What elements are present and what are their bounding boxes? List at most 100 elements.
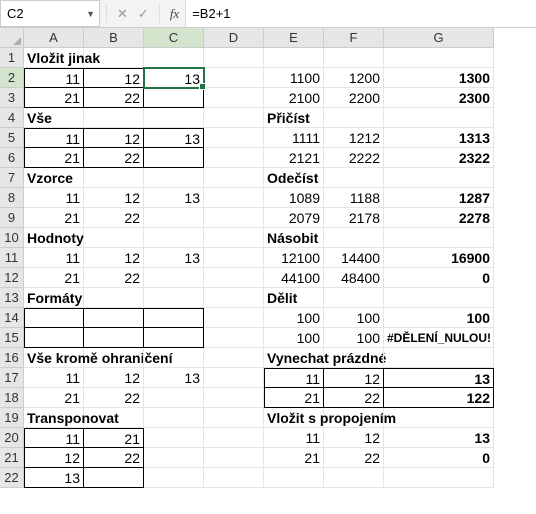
row-header-16[interactable]: 16: [0, 348, 24, 368]
cell-G3[interactable]: 2300: [384, 88, 494, 108]
cell-D12[interactable]: [204, 268, 264, 288]
cell-C7[interactable]: [144, 168, 204, 188]
cancel-icon[interactable]: ✕: [117, 6, 128, 22]
row-header-14[interactable]: 14: [0, 308, 24, 328]
cell-D13[interactable]: [204, 288, 264, 308]
cell-C20[interactable]: [144, 428, 204, 448]
cell-C13[interactable]: [144, 288, 204, 308]
cell-C16[interactable]: [144, 348, 204, 368]
col-header-G[interactable]: G: [384, 28, 494, 48]
row-header-8[interactable]: 8: [0, 188, 24, 208]
cell-G13[interactable]: [384, 288, 494, 308]
chevron-down-icon[interactable]: ▼: [86, 9, 95, 19]
cell-B13[interactable]: [84, 288, 144, 308]
cell-C10[interactable]: [144, 228, 204, 248]
cell-F21[interactable]: 22: [324, 448, 384, 468]
cell-E13[interactable]: Dělit: [264, 288, 324, 308]
col-header-F[interactable]: F: [324, 28, 384, 48]
cell-C8[interactable]: 13: [144, 188, 204, 208]
cell-A12[interactable]: 21: [24, 268, 84, 288]
cell-F5[interactable]: 1212: [324, 128, 384, 148]
cell-A19[interactable]: Transponovat: [24, 408, 84, 428]
cell-D22[interactable]: [204, 468, 264, 488]
cell-C4[interactable]: [144, 108, 204, 128]
cell-B3[interactable]: 22: [84, 88, 144, 108]
col-header-A[interactable]: A: [24, 28, 84, 48]
cell-G5[interactable]: 1313: [384, 128, 494, 148]
cell-F11[interactable]: 14400: [324, 248, 384, 268]
cell-F2[interactable]: 1200: [324, 68, 384, 88]
cell-F9[interactable]: 2178: [324, 208, 384, 228]
cell-A10[interactable]: Hodnoty: [24, 228, 84, 248]
cell-A2[interactable]: 11: [24, 68, 84, 88]
cell-C22[interactable]: [144, 468, 204, 488]
formula-input[interactable]: =B2+1: [185, 0, 536, 27]
cell-E5[interactable]: 1111: [264, 128, 324, 148]
cell-A14[interactable]: [24, 308, 84, 328]
cell-A22[interactable]: 13: [24, 468, 84, 488]
cell-B2[interactable]: 12: [84, 68, 144, 88]
cell-A3[interactable]: 21: [24, 88, 84, 108]
cell-B8[interactable]: 12: [84, 188, 144, 208]
cell-E12[interactable]: 44100: [264, 268, 324, 288]
cell-E17[interactable]: 11: [264, 368, 324, 388]
cell-G2[interactable]: 1300: [384, 68, 494, 88]
cell-G7[interactable]: [384, 168, 494, 188]
row-header-1[interactable]: 1: [0, 48, 24, 68]
cell-A21[interactable]: 12: [24, 448, 84, 468]
row-header-20[interactable]: 20: [0, 428, 24, 448]
row-header-4[interactable]: 4: [0, 108, 24, 128]
cell-F14[interactable]: 100: [324, 308, 384, 328]
cell-E11[interactable]: 12100: [264, 248, 324, 268]
cell-D11[interactable]: [204, 248, 264, 268]
cell-D9[interactable]: [204, 208, 264, 228]
cell-E8[interactable]: 1089: [264, 188, 324, 208]
name-box[interactable]: C2 ▼: [0, 0, 100, 27]
cell-C19[interactable]: [144, 408, 204, 428]
cell-E22[interactable]: [264, 468, 324, 488]
cell-D19[interactable]: [204, 408, 264, 428]
row-header-6[interactable]: 6: [0, 148, 24, 168]
row-header-12[interactable]: 12: [0, 268, 24, 288]
cell-G4[interactable]: [384, 108, 494, 128]
cell-G15[interactable]: #DĚLENÍ_NULOU!: [384, 328, 494, 348]
cell-E15[interactable]: 100: [264, 328, 324, 348]
cell-E19[interactable]: Vložit s propojením: [264, 408, 324, 428]
cell-D18[interactable]: [204, 388, 264, 408]
cell-G14[interactable]: 100: [384, 308, 494, 328]
cell-A8[interactable]: 11: [24, 188, 84, 208]
select-all-corner[interactable]: [0, 28, 24, 48]
row-header-13[interactable]: 13: [0, 288, 24, 308]
row-header-19[interactable]: 19: [0, 408, 24, 428]
row-header-3[interactable]: 3: [0, 88, 24, 108]
cell-E4[interactable]: Přičíst: [264, 108, 324, 128]
cell-G19[interactable]: [384, 408, 494, 428]
cell-D7[interactable]: [204, 168, 264, 188]
cell-A17[interactable]: 11: [24, 368, 84, 388]
cell-E18[interactable]: 21: [264, 388, 324, 408]
cell-G1[interactable]: [384, 48, 494, 68]
col-header-E[interactable]: E: [264, 28, 324, 48]
cell-F7[interactable]: [324, 168, 384, 188]
cell-B19[interactable]: [84, 408, 144, 428]
cell-C14[interactable]: [144, 308, 204, 328]
cell-D20[interactable]: [204, 428, 264, 448]
col-header-B[interactable]: B: [84, 28, 144, 48]
cell-F6[interactable]: 2222: [324, 148, 384, 168]
col-header-C[interactable]: C: [144, 28, 204, 48]
cell-A6[interactable]: 21: [24, 148, 84, 168]
cell-C18[interactable]: [144, 388, 204, 408]
cell-G12[interactable]: 0: [384, 268, 494, 288]
cell-D2[interactable]: [204, 68, 264, 88]
cell-E2[interactable]: 1100: [264, 68, 324, 88]
cell-A4[interactable]: Vše: [24, 108, 84, 128]
cell-C2[interactable]: 13: [144, 68, 204, 88]
cell-F3[interactable]: 2200: [324, 88, 384, 108]
cell-C1[interactable]: [144, 48, 204, 68]
cell-F19[interactable]: [324, 408, 384, 428]
cell-D21[interactable]: [204, 448, 264, 468]
cell-B21[interactable]: 22: [84, 448, 144, 468]
row-header-18[interactable]: 18: [0, 388, 24, 408]
row-header-9[interactable]: 9: [0, 208, 24, 228]
cell-B9[interactable]: 22: [84, 208, 144, 228]
